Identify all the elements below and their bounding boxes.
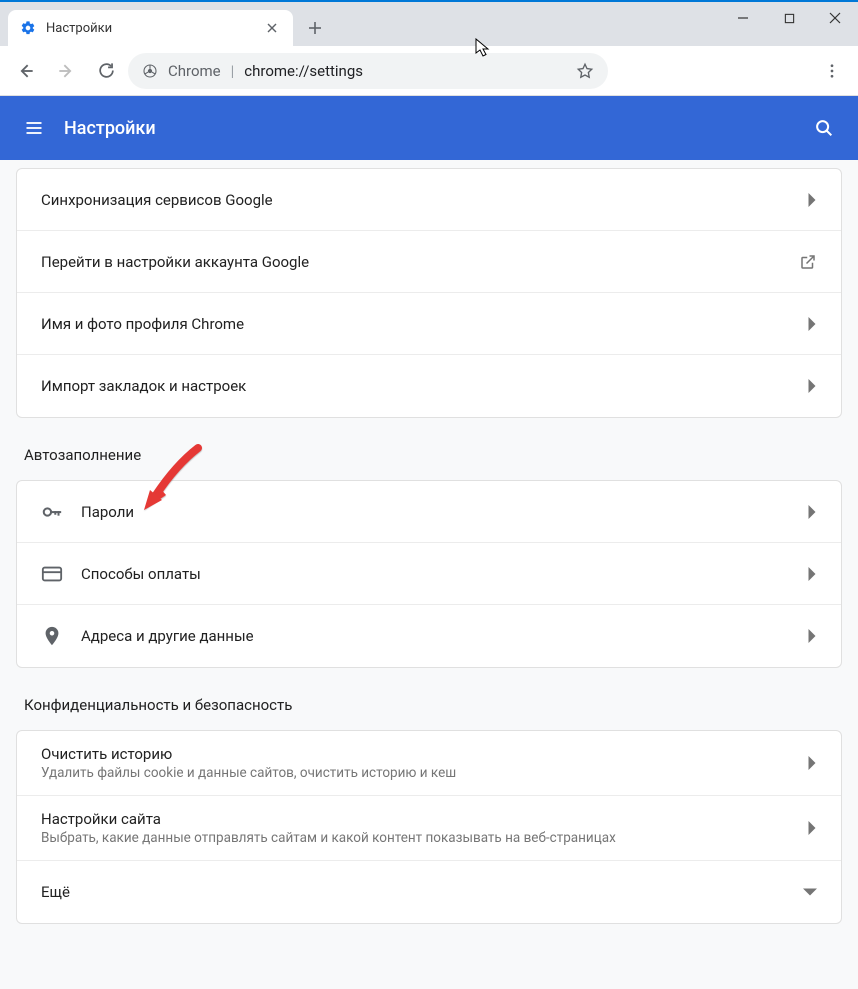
tab-strip: Настройки [0, 2, 858, 46]
forward-button[interactable] [48, 53, 84, 89]
window-maximize-button[interactable] [766, 2, 812, 34]
row-label: Адреса и другие данные [81, 627, 807, 645]
key-icon [41, 501, 81, 523]
section-title-privacy: Конфиденциальность и безопасность [8, 668, 850, 730]
omnibox-sep: | [231, 62, 235, 80]
address-bar[interactable]: Chrome | chrome://settings [128, 53, 608, 89]
row-clear-history[interactable]: Очистить историю Удалить файлы cookie и … [17, 731, 841, 796]
appbar-title: Настройки [64, 118, 156, 139]
autofill-card: Пароли Способы оплаты Адреса и другие да… [16, 480, 842, 668]
row-sublabel: Удалить файлы cookie и данные сайтов, оч… [41, 765, 807, 781]
omnibox-url: chrome://settings [244, 62, 363, 80]
row-label: Настройки сайта [41, 810, 807, 828]
section-title-autofill: Автозаполнение [8, 418, 850, 480]
menu-icon[interactable] [20, 114, 48, 142]
tab-close-icon[interactable] [263, 19, 281, 37]
window-close-button[interactable] [812, 2, 858, 34]
settings-content: Синхронизация сервисов Google Перейти в … [0, 160, 858, 989]
row-label: Очистить историю [41, 745, 807, 763]
chevron-right-icon [807, 505, 817, 519]
row-google-account[interactable]: Перейти в настройки аккаунта Google [17, 231, 841, 293]
row-sync-services[interactable]: Синхронизация сервисов Google [17, 169, 841, 231]
reload-button[interactable] [88, 53, 124, 89]
row-passwords[interactable]: Пароли [17, 481, 841, 543]
chevron-right-icon [807, 379, 817, 393]
chevron-down-icon [803, 887, 817, 897]
row-sublabel: Выбрать, какие данные отправлять сайтам … [41, 830, 807, 846]
new-tab-button[interactable] [301, 14, 329, 42]
sync-card: Синхронизация сервисов Google Перейти в … [16, 168, 842, 418]
window-minimize-button[interactable] [720, 2, 766, 34]
row-profile-name[interactable]: Имя и фото профиля Chrome [17, 293, 841, 355]
credit-card-icon [41, 563, 81, 585]
chevron-right-icon [807, 821, 817, 835]
row-site-settings[interactable]: Настройки сайта Выбрать, какие данные от… [17, 796, 841, 861]
row-label: Перейти в настройки аккаунта Google [41, 253, 799, 271]
chevron-right-icon [807, 567, 817, 581]
open-external-icon [799, 253, 817, 271]
browser-toolbar: Chrome | chrome://settings [0, 46, 858, 96]
row-label: Способы оплаты [81, 565, 807, 583]
row-label: Имя и фото профиля Chrome [41, 315, 807, 333]
row-addresses[interactable]: Адреса и другие данные [17, 605, 841, 667]
settings-appbar: Настройки [0, 96, 858, 160]
tab-title: Настройки [46, 21, 112, 36]
location-icon [41, 625, 81, 647]
omnibox-scheme: Chrome [168, 62, 221, 80]
row-payment[interactable]: Способы оплаты [17, 543, 841, 605]
chevron-right-icon [807, 317, 817, 331]
gear-icon [20, 20, 36, 36]
search-icon[interactable] [810, 114, 838, 142]
privacy-card: Очистить историю Удалить файлы cookie и … [16, 730, 842, 924]
browser-tab-settings[interactable]: Настройки [8, 10, 293, 46]
bookmark-star-icon[interactable] [576, 62, 594, 80]
back-button[interactable] [8, 53, 44, 89]
row-more[interactable]: Ещё [17, 861, 841, 923]
chevron-right-icon [807, 756, 817, 770]
chevron-right-icon [807, 629, 817, 643]
row-label: Импорт закладок и настроек [41, 377, 807, 395]
row-import-bookmarks[interactable]: Импорт закладок и настроек [17, 355, 841, 417]
browser-menu-button[interactable] [814, 53, 850, 89]
row-label: Ещё [41, 883, 803, 901]
chevron-right-icon [807, 193, 817, 207]
window-controls [720, 2, 858, 34]
chrome-icon [142, 63, 158, 79]
row-label: Синхронизация сервисов Google [41, 191, 807, 209]
row-label: Пароли [81, 503, 807, 521]
